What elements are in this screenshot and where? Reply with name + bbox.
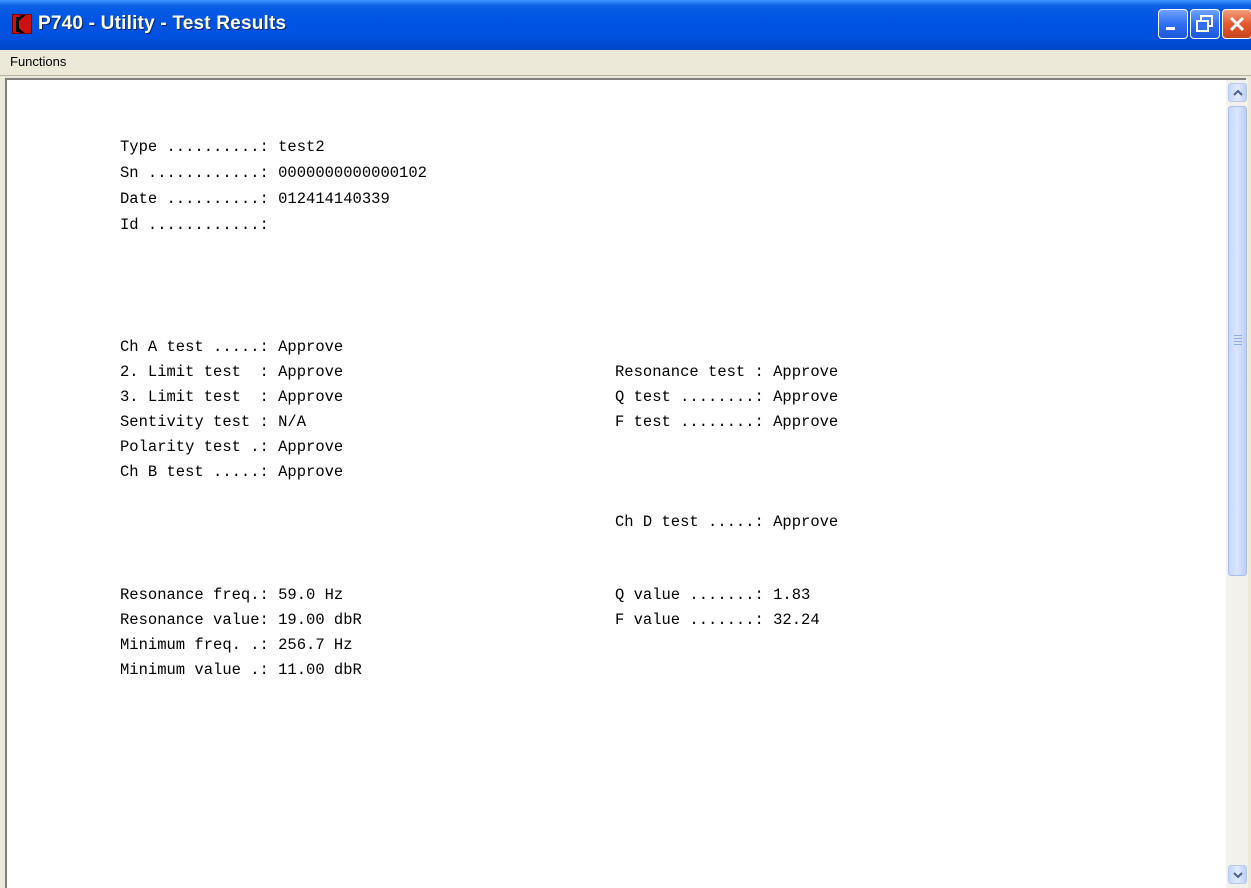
report-line-q-test: Q test ........: Approve xyxy=(615,388,839,406)
minimize-icon xyxy=(1166,27,1175,30)
report-line-ch-b-test: Ch B test .....: Approve xyxy=(120,463,344,481)
report-line-q-value: Q value .......: 1.83 xyxy=(615,586,811,604)
grip-line xyxy=(1234,344,1242,345)
report-line-sensitivity-test: Sentivity test : N/A xyxy=(120,413,307,431)
report-line-polarity-test: Polarity test .: Approve xyxy=(120,438,344,456)
report-line-date: Date ..........: 012414140339 xyxy=(120,190,390,208)
vertical-scrollbar[interactable] xyxy=(1226,80,1248,888)
grip-line xyxy=(1234,335,1242,336)
chevron-down-icon xyxy=(1233,872,1243,879)
report-line-resonance-test: Resonance test : Approve xyxy=(615,363,839,381)
report-line-f-test: F test ........: Approve xyxy=(615,413,839,431)
minimize-button[interactable] xyxy=(1158,9,1188,39)
report-view[interactable]: Type ..........: test2 Sn ............: … xyxy=(5,78,1246,888)
grip-line xyxy=(1234,338,1242,339)
report-line-resonance-freq: Resonance freq.: 59.0 Hz xyxy=(120,586,344,604)
report-line-limit3-test: 3. Limit test : Approve xyxy=(120,388,344,406)
scroll-down-button[interactable] xyxy=(1228,865,1247,884)
report-line-limit2-test: 2. Limit test : Approve xyxy=(120,363,344,381)
report-line-f-value: F value .......: 32.24 xyxy=(615,611,820,629)
menu-functions[interactable]: Functions xyxy=(10,54,66,69)
report-line-id: Id ............: xyxy=(120,216,269,234)
grip-line xyxy=(1234,341,1242,342)
chevron-up-icon xyxy=(1233,89,1243,96)
menu-bar: Functions xyxy=(0,50,1251,76)
report-line-ch-a-test: Ch A test .....: Approve xyxy=(120,338,344,356)
restore-icon xyxy=(1196,15,1213,32)
scroll-thumb[interactable] xyxy=(1228,106,1247,576)
report-line-sn: Sn ............: 0000000000000102 xyxy=(120,164,427,182)
scroll-up-button[interactable] xyxy=(1228,83,1247,102)
report-line-minimum-freq: Minimum freq. .: 256.7 Hz xyxy=(120,636,353,654)
restore-button[interactable] xyxy=(1190,9,1220,39)
close-icon xyxy=(1229,16,1245,32)
title-bar[interactable]: P740 - Utility - Test Results xyxy=(0,0,1251,50)
window-title: P740 - Utility - Test Results xyxy=(38,13,287,34)
close-button[interactable] xyxy=(1222,9,1251,39)
report-line-ch-d-test: Ch D test .....: Approve xyxy=(615,513,839,531)
report-line-type: Type ..........: test2 xyxy=(120,138,325,156)
report-line-resonance-value: Resonance value: 19.00 dbR xyxy=(120,611,362,629)
app-icon[interactable] xyxy=(12,14,32,34)
report-line-minimum-value: Minimum value .: 11.00 dbR xyxy=(120,661,362,679)
